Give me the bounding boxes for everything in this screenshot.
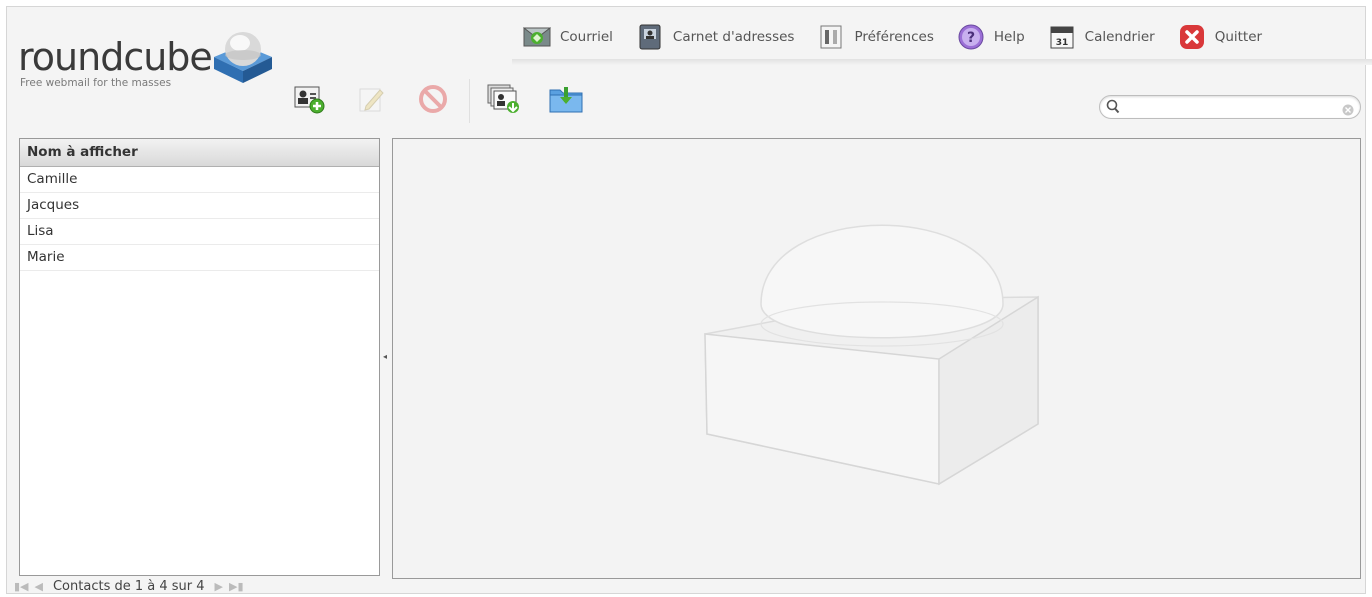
next-page-icon[interactable]: ▶ bbox=[215, 580, 223, 593]
nav-item-quitter[interactable]: Quitter bbox=[1177, 22, 1262, 52]
nav-item-carnet-adresses[interactable]: Carnet d'adresses bbox=[635, 22, 795, 52]
calendar-icon: 31 bbox=[1047, 22, 1077, 52]
list-item[interactable]: Jacques bbox=[20, 193, 379, 219]
nav-label-help: Help bbox=[993, 29, 1025, 45]
search-icon[interactable] bbox=[1106, 99, 1120, 119]
contacts-count: Contacts de 1 à 4 sur 4 bbox=[52, 578, 205, 594]
contacts-toolbar bbox=[289, 79, 608, 123]
last-page-icon[interactable]: ▶▮ bbox=[229, 580, 244, 593]
list-item[interactable]: Marie bbox=[20, 245, 379, 271]
list-item[interactable]: Lisa bbox=[20, 219, 379, 245]
delete-contact-icon bbox=[418, 84, 448, 118]
nav-label-preferences: Préférences bbox=[854, 29, 934, 45]
nav-label-calendrier: Calendrier bbox=[1084, 29, 1155, 45]
logo-tagline: Free webmail for the masses bbox=[20, 77, 172, 89]
help-icon: ? bbox=[956, 22, 986, 52]
import-contacts-icon bbox=[486, 83, 522, 119]
nav-item-courriel[interactable]: Courriel bbox=[522, 22, 613, 52]
logo-wordmark: roundcube bbox=[18, 35, 213, 79]
nav-item-calendrier[interactable]: 31 Calendrier bbox=[1047, 22, 1155, 52]
roundcube-watermark-icon bbox=[704, 224, 1039, 486]
nav-item-help[interactable]: ? Help bbox=[956, 22, 1025, 52]
delete-contact-button[interactable] bbox=[413, 81, 453, 121]
contacts-list: Nom à afficher Camille Jacques Lisa Mari… bbox=[19, 138, 380, 576]
topnav-divider bbox=[512, 59, 1372, 65]
svg-text:?: ? bbox=[967, 30, 975, 46]
export-contacts-icon bbox=[548, 84, 584, 118]
edit-contact-button[interactable] bbox=[351, 81, 391, 121]
app-window: roundcube Free webmail for the masses Co… bbox=[6, 6, 1372, 594]
add-contact-button[interactable] bbox=[289, 81, 329, 121]
addressbook-icon bbox=[635, 22, 665, 52]
nav-label-quitter: Quitter bbox=[1214, 29, 1263, 45]
contact-details-pane bbox=[392, 138, 1361, 579]
first-page-icon[interactable]: ▮◀ bbox=[14, 580, 29, 593]
toolbar-separator bbox=[469, 79, 470, 123]
nav-label-carnet-adresses: Carnet d'adresses bbox=[672, 29, 795, 45]
top-navigation: Courriel Carnet d'adresses Préférences ?… bbox=[522, 21, 1262, 53]
nav-label-courriel: Courriel bbox=[560, 29, 613, 45]
edit-contact-icon bbox=[356, 84, 386, 118]
column-header-name[interactable]: Nom à afficher bbox=[20, 139, 379, 167]
search-input[interactable] bbox=[1126, 98, 1340, 118]
list-footer: ▮◀ ◀ Contacts de 1 à 4 sur 4 ▶ ▶▮ bbox=[14, 576, 250, 596]
export-contacts-button[interactable] bbox=[546, 81, 586, 121]
previous-page-icon[interactable]: ◀ bbox=[35, 580, 43, 593]
roundcube-logo[interactable]: roundcube Free webmail for the masses bbox=[18, 19, 288, 99]
logout-icon bbox=[1177, 22, 1207, 52]
add-contact-icon bbox=[293, 84, 325, 118]
nav-item-preferences[interactable]: Préférences bbox=[816, 22, 934, 52]
list-item[interactable]: Camille bbox=[20, 167, 379, 193]
calendar-icon-day: 31 bbox=[1055, 38, 1068, 48]
preferences-icon bbox=[816, 22, 846, 52]
logo-cube-icon bbox=[214, 32, 272, 83]
mail-icon bbox=[522, 22, 552, 52]
pane-splitter[interactable]: ◂ bbox=[383, 352, 387, 361]
clear-search-icon[interactable] bbox=[1342, 101, 1354, 120]
search-box bbox=[1099, 95, 1361, 119]
import-contacts-button[interactable] bbox=[484, 81, 524, 121]
